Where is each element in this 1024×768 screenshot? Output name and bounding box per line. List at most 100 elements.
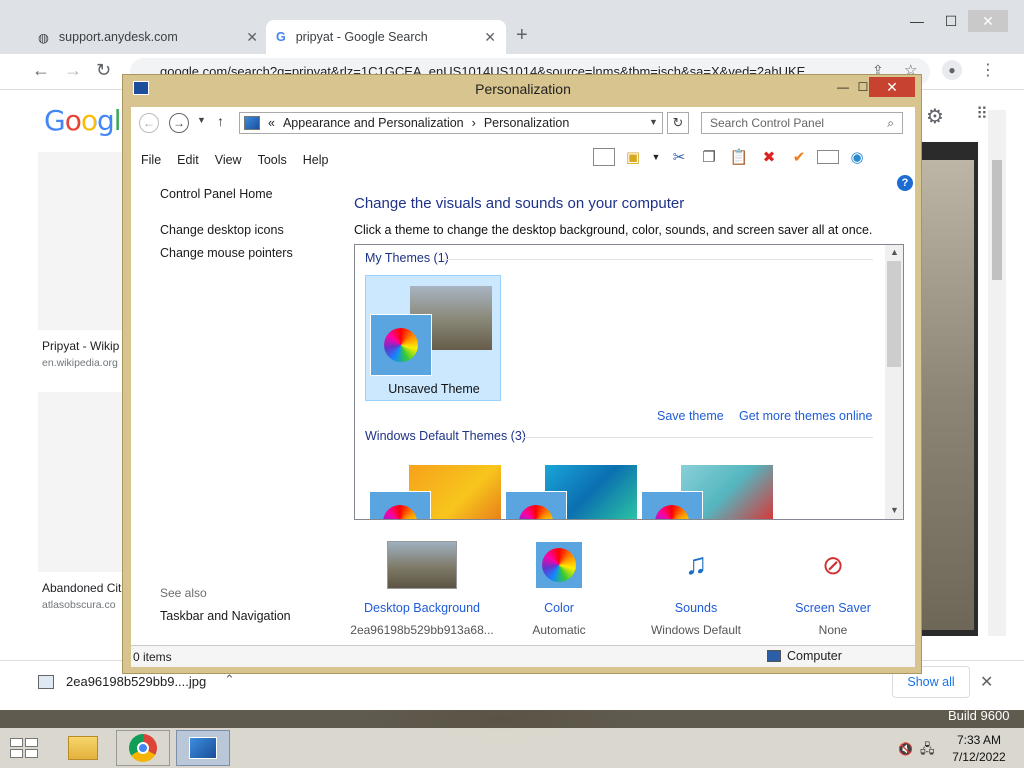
minimize-button[interactable]: — [829, 77, 857, 97]
address-breadcrumb[interactable]: « Appearance and Personalization › Perso… [239, 112, 663, 134]
sounds-setting[interactable]: ♫ Sounds Windows Default [628, 541, 764, 637]
close-icon[interactable]: ✕ [980, 672, 993, 692]
divider [521, 437, 873, 438]
get-more-themes-link[interactable]: Get more themes online [739, 409, 872, 423]
download-filename: 2ea96198b529bb9....jpg [66, 674, 207, 689]
preview-image[interactable] [922, 160, 974, 630]
personalization-window: Personalization — ☐ ✕ ← → ▼ ↑ « Appearan… [122, 74, 922, 674]
settings-gear-icon[interactable]: ⚙ [926, 104, 944, 129]
theme-windows[interactable] [365, 465, 501, 519]
color-setting[interactable]: Color Automatic [491, 541, 627, 637]
color-palette-icon [505, 491, 567, 519]
help-icon[interactable]: ? [897, 175, 913, 191]
sidebar-change-mouse-pointers[interactable]: Change mouse pointers [160, 246, 293, 260]
themes-list: My Themes (1) Unsaved Theme Save theme G… [354, 244, 904, 520]
search-icon[interactable]: ⌕ [887, 116, 894, 131]
file-explorer-taskbar-button[interactable] [56, 730, 110, 766]
setting-value: Automatic [532, 623, 586, 637]
properties-icon[interactable] [817, 150, 839, 164]
result-title[interactable]: Pripyat - Wikip [42, 339, 119, 353]
back-button[interactable]: ← [32, 60, 50, 81]
chevron-down-icon[interactable]: ▼ [651, 145, 661, 169]
delete-icon[interactable]: ✖ [757, 145, 781, 169]
chevron-down-icon[interactable]: ▼ [890, 505, 899, 515]
theme-lines-and-colors[interactable] [501, 465, 637, 519]
image-result-1[interactable] [38, 152, 128, 330]
sidebar-control-panel-home[interactable]: Control Panel Home [160, 187, 273, 201]
group-my-themes[interactable]: My Themes (1) [365, 251, 449, 265]
theme-label: Unsaved Theme [388, 382, 480, 396]
breadcrumb-item[interactable]: Personalization [484, 116, 569, 130]
chevron-down-icon[interactable]: ▼ [197, 115, 206, 125]
clock-date: 7/12/2022 [952, 750, 1006, 764]
color-palette-icon [641, 491, 703, 519]
theme-flowers[interactable] [637, 465, 773, 519]
folder-check-icon[interactable]: ▣ [621, 145, 645, 169]
sidebar-taskbar-and-navigation[interactable]: Taskbar and Navigation [160, 609, 291, 623]
download-item[interactable]: 2ea96198b529bb9....jpg [38, 674, 206, 689]
menu-tools[interactable]: Tools [258, 153, 287, 167]
layout-pane-icon[interactable] [593, 148, 615, 166]
volume-muted-icon[interactable]: 🔇 [898, 742, 913, 756]
group-default-themes[interactable]: Windows Default Themes (3) [365, 429, 526, 443]
breadcrumb-overflow[interactable]: « [268, 116, 275, 130]
menu-help[interactable]: Help [303, 153, 329, 167]
globe-icon[interactable]: ◉ [845, 145, 869, 169]
up-arrow-icon[interactable]: ↑ [217, 113, 224, 129]
profile-avatar[interactable]: ● [942, 60, 962, 80]
forward-button[interactable]: → [64, 60, 82, 81]
tab-anydesk[interactable]: ◍ support.anydesk.com ✕ [28, 20, 268, 54]
apps-grid-icon[interactable]: ⠿ [976, 104, 988, 124]
chevron-down-icon[interactable]: ▼ [649, 117, 658, 127]
close-icon[interactable]: ✕ [246, 29, 258, 46]
network-icon[interactable]: 🖧 [920, 740, 935, 762]
setting-label: Screen Saver [795, 601, 871, 615]
window-content: ← → ▼ ↑ « Appearance and Personalization… [131, 107, 915, 667]
paste-icon[interactable]: 📋 [727, 145, 751, 169]
search-placeholder: Search Control Panel [710, 116, 825, 130]
reload-button[interactable]: ↻ [96, 60, 111, 81]
menu-file[interactable]: File [141, 153, 161, 167]
google-icon: G [276, 30, 286, 44]
sidebar-change-desktop-icons[interactable]: Change desktop icons [160, 223, 284, 237]
image-result-2[interactable] [38, 392, 128, 572]
chevron-up-icon[interactable]: ▲ [890, 247, 899, 257]
tab-google-search[interactable]: G pripyat - Google Search ✕ [266, 20, 506, 54]
chrome-taskbar-button[interactable] [116, 730, 170, 766]
windows-build-label: Build 9600 [948, 708, 1010, 723]
maximize-button[interactable]: ☐ [857, 77, 869, 97]
close-icon[interactable]: ✕ [484, 29, 496, 46]
clock-time: 7:33 AM [956, 733, 1002, 747]
control-panel-taskbar-button[interactable] [176, 730, 230, 766]
system-clock[interactable]: 7:33 AM 7/12/2022 [944, 732, 1014, 766]
theme-unsaved[interactable]: Unsaved Theme [365, 275, 501, 401]
checkmark-icon[interactable]: ✔ [787, 145, 811, 169]
refresh-button[interactable]: ↻ [667, 112, 689, 134]
new-tab-button[interactable]: + [516, 24, 528, 47]
minimize-button[interactable]: — [900, 10, 934, 32]
menu-icon[interactable]: ⋮ [980, 60, 996, 80]
menu-edit[interactable]: Edit [177, 153, 199, 167]
breadcrumb-item[interactable]: Appearance and Personalization [283, 116, 464, 130]
setting-label: Color [544, 601, 574, 615]
desktop-background-setting[interactable]: Desktop Background 2ea96198b529bb913a68.… [350, 541, 494, 637]
close-button[interactable]: ✕ [869, 77, 915, 97]
status-location: Computer [767, 649, 842, 663]
copy-icon[interactable]: ❐ [697, 145, 721, 169]
scrollbar-thumb[interactable] [887, 261, 901, 367]
window-title: Personalization [475, 81, 571, 97]
cut-icon[interactable]: ✂ [667, 145, 691, 169]
maximize-button[interactable]: ☐ [934, 10, 968, 32]
back-button[interactable]: ← [139, 113, 159, 133]
save-theme-link[interactable]: Save theme [657, 409, 724, 423]
search-input[interactable]: Search Control Panel ⌕ [701, 112, 903, 134]
menu-view[interactable]: View [215, 153, 242, 167]
scrollbar-thumb[interactable] [992, 160, 1002, 280]
screen-saver-setting[interactable]: ⊘ Screen Saver None [765, 541, 901, 638]
start-windows-icon[interactable] [10, 738, 38, 758]
forward-button[interactable]: → [169, 113, 189, 133]
result-title[interactable]: Abandoned Cit [42, 581, 121, 595]
chevron-up-icon[interactable]: ⌃ [224, 672, 235, 688]
close-button[interactable]: ✕ [968, 10, 1008, 32]
desktop-background-thumbnail [387, 541, 457, 589]
